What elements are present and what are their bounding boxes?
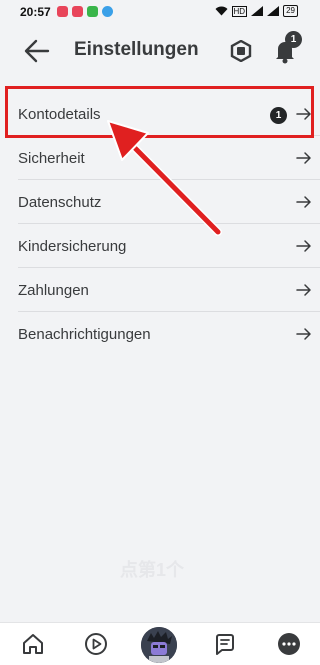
avatar[interactable] [141,627,177,663]
chat-icon[interactable] [212,631,238,657]
more-icon[interactable] [276,631,302,657]
bottom-navigation [0,622,320,665]
watermark-text: 点第1个 [120,560,185,580]
play-icon[interactable] [83,631,109,657]
avatar-image [141,627,177,663]
home-icon[interactable] [20,631,46,657]
